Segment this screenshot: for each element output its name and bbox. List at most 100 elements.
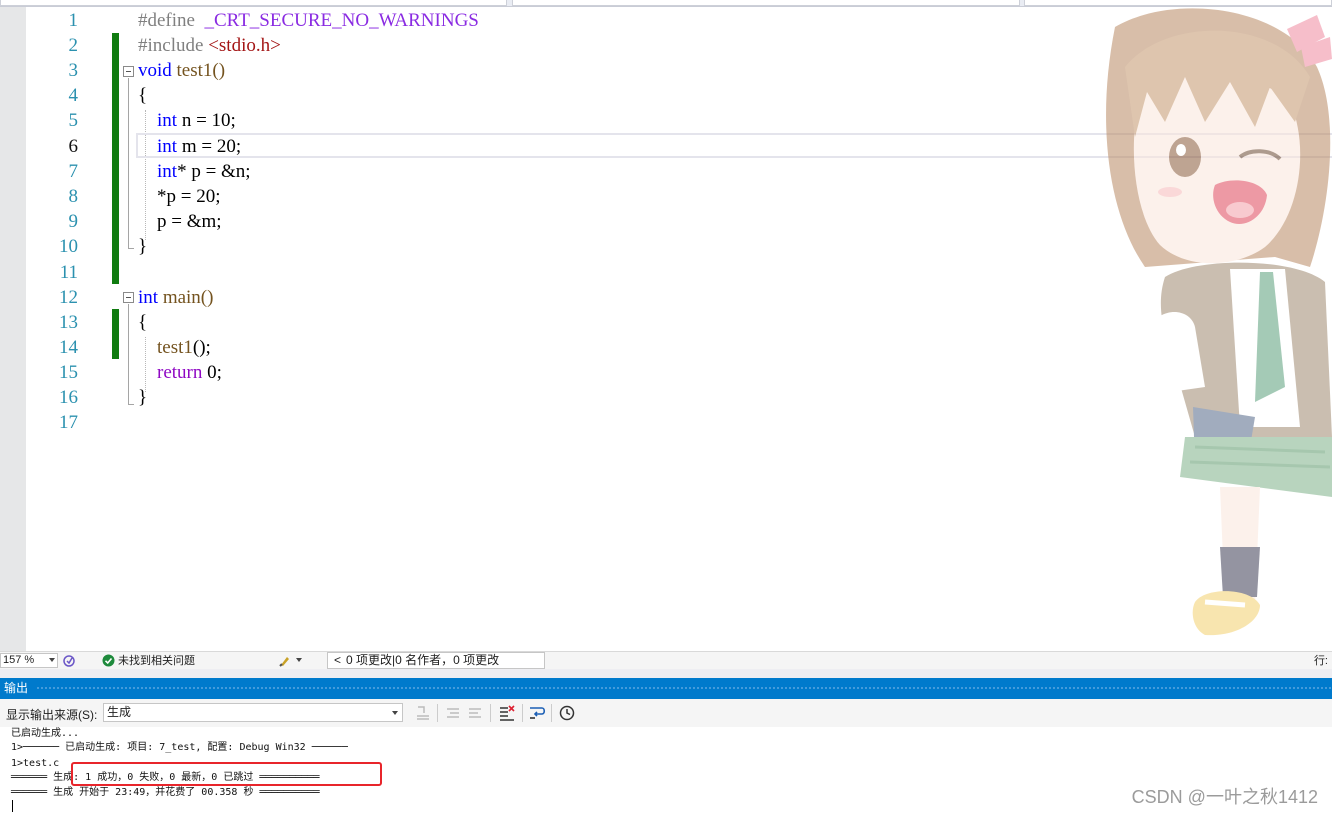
output-panel-title-bar: 输出 — [0, 678, 1332, 699]
brace: } — [138, 236, 148, 257]
output-toolbar: 显示输出来源(S): 生成 — [0, 699, 1332, 727]
code-line-7[interactable]: int* p = &n; — [138, 159, 251, 184]
code-text: n = — [177, 110, 212, 131]
keyword: void — [138, 60, 172, 81]
function-signature: test1() — [171, 60, 226, 81]
file-tab[interactable] — [0, 0, 507, 6]
line-position-label: 行: — [1313, 655, 1328, 667]
toolbar-separator — [437, 704, 438, 722]
preprocessor-directive: #include — [138, 35, 204, 56]
chevron-down-icon — [49, 658, 55, 662]
next-message-icon[interactable] — [466, 704, 484, 722]
keyword: int — [157, 136, 178, 157]
anime-background-image — [1106, 8, 1332, 636]
keyword: int — [138, 287, 159, 308]
line-number: 2 — [68, 35, 79, 56]
brace: } — [138, 387, 148, 408]
keyword: int — [157, 161, 178, 182]
include-header: <stdio.h> — [208, 35, 281, 56]
output-line: 已启动生成... — [11, 728, 80, 739]
output-source-dropdown[interactable]: 生成 — [103, 703, 403, 722]
line-number: 11 — [59, 262, 78, 283]
toolbar-separator — [522, 704, 523, 722]
line-number: 7 — [68, 161, 79, 182]
code-text: ; — [235, 136, 242, 157]
macro-name: _CRT_SECURE_NO_WARNINGS — [204, 10, 479, 31]
line-number: 13 — [59, 312, 78, 333]
code-line-5[interactable]: int n = 10; — [138, 108, 236, 133]
intellicode-icon[interactable] — [62, 654, 76, 668]
clock-icon[interactable] — [558, 704, 576, 722]
control-keyword: return — [157, 362, 203, 383]
output-source-label: 显示输出来源(S): — [6, 708, 98, 722]
collapse-icon[interactable] — [123, 66, 134, 77]
code-text: *p = — [157, 186, 197, 207]
code-line-10[interactable]: } — [138, 234, 147, 259]
code-line-15[interactable]: return 0; — [138, 360, 222, 385]
output-line: ══════ 生成 开始于 23:49，并花费了 00.358 秒 ══════… — [11, 787, 320, 798]
chevron-left-icon[interactable]: < — [334, 653, 341, 668]
line-number: 8 — [68, 186, 79, 207]
number-literal: 10 — [211, 110, 231, 131]
editor-left-margin — [0, 7, 26, 651]
document-tab-strip — [0, 0, 1332, 7]
fold-end — [128, 248, 134, 249]
line-number: 14 — [59, 337, 78, 358]
keyword: int — [157, 110, 178, 131]
code-line-3[interactable]: void test1() — [138, 58, 225, 83]
code-line-2[interactable]: #include <stdio.h> — [138, 33, 281, 58]
preprocessor-directive: #define — [138, 10, 195, 31]
brush-icon[interactable] — [278, 654, 292, 668]
number-literal: 0 — [207, 362, 217, 383]
code-line-16[interactable]: } — [138, 385, 147, 410]
code-line-13[interactable]: { — [138, 310, 147, 335]
line-number: 17 — [59, 412, 78, 433]
code-editor[interactable]: 1 2 3 4 5 6 7 8 9 10 11 12 13 14 15 16 1… — [0, 7, 1332, 651]
line-number: 4 — [68, 85, 79, 106]
line-number: 3 — [68, 60, 79, 81]
code-text: ; — [215, 186, 221, 207]
line-number: 10 — [59, 236, 78, 257]
clear-all-icon[interactable] — [498, 704, 516, 722]
panel-splitter[interactable] — [0, 669, 1332, 678]
code-line-14[interactable]: test1(); — [138, 335, 211, 360]
code-line-4[interactable]: { — [138, 83, 147, 108]
git-changes-indicator[interactable]: <0 项更改|0 名作者，0 项更改 — [327, 652, 545, 669]
fold-end — [128, 404, 134, 405]
output-source-value: 生成 — [107, 705, 132, 719]
code-text: (); — [192, 337, 211, 358]
word-wrap-icon[interactable] — [528, 704, 546, 722]
previous-message-icon[interactable] — [444, 704, 462, 722]
collapse-icon[interactable] — [123, 292, 134, 303]
function-signature: main() — [158, 287, 214, 308]
scope-dropdown[interactable] — [512, 0, 1020, 6]
code-line-6[interactable]: int m = 20; — [138, 134, 241, 159]
code-line-9[interactable]: p = &m; — [138, 209, 222, 234]
changes-label: 0 项更改|0 名作者，0 项更改 — [346, 653, 500, 667]
line-number: 16 — [59, 387, 78, 408]
line-number: 15 — [59, 362, 78, 383]
toolbar-separator — [490, 704, 491, 722]
csdn-watermark: CSDN @一叶之秋1412 — [1131, 787, 1318, 807]
code-line-8[interactable]: *p = 20; — [138, 184, 221, 209]
member-dropdown[interactable] — [1024, 0, 1332, 6]
output-line: 1>────── 已启动生成: 项目: 7_test, 配置: Debug Wi… — [11, 742, 348, 753]
chevron-down-icon — [392, 711, 398, 715]
highlight-box — [71, 762, 382, 786]
code-line-12[interactable]: int main() — [138, 285, 213, 310]
code-text: m = — [177, 136, 217, 157]
fold-guide — [128, 304, 129, 404]
chevron-down-icon[interactable] — [296, 658, 302, 662]
issues-status[interactable]: 未找到相关问题 — [118, 654, 195, 668]
change-indicator-bar — [112, 33, 119, 284]
title-bar-grip — [36, 686, 1332, 691]
toolbar-separator — [551, 704, 552, 722]
check-icon — [102, 654, 115, 667]
zoom-dropdown[interactable]: 157 % — [0, 653, 58, 668]
output-panel-title: 输出 — [4, 681, 29, 695]
code-text: ; — [230, 110, 236, 131]
go-to-message-icon[interactable] — [414, 704, 432, 722]
function-call: test1 — [157, 337, 193, 358]
code-text: p = &m; — [157, 211, 222, 232]
code-line-1[interactable]: #define _CRT_SECURE_NO_WARNINGS — [138, 8, 479, 33]
